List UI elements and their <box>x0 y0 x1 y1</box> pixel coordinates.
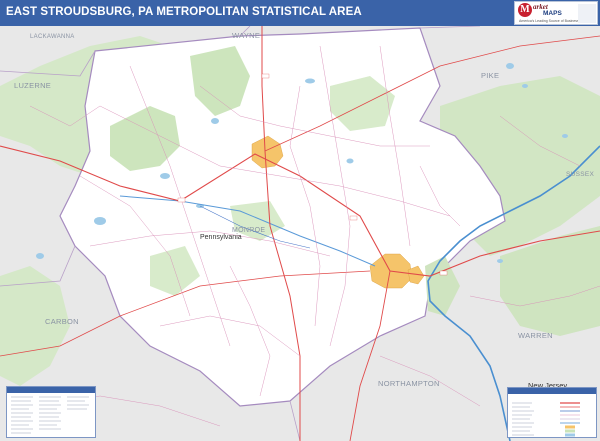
county-label-carbon: CARBON <box>45 317 79 326</box>
county-label-lackawanna: LACKAWANNA <box>30 34 75 40</box>
city-index-panel <box>6 386 96 438</box>
county-label-wayne: WAYNE <box>232 31 260 40</box>
county-label-luzerne: LUZERNE <box>14 81 51 90</box>
city-index-list <box>11 396 89 434</box>
highway-shield <box>349 215 358 221</box>
lake <box>497 259 503 263</box>
logo-mark: M <box>518 3 532 17</box>
map-canvas[interactable]: WAYNE LUZERNE LACKAWANNA PIKE SUSSEX MON… <box>0 26 600 441</box>
county-label-warren: WARREN <box>518 331 553 340</box>
lake <box>346 158 354 164</box>
lake <box>506 63 514 69</box>
county-label-pike: PIKE <box>481 71 499 80</box>
lake <box>160 173 170 179</box>
lake <box>94 217 106 225</box>
city-index-header <box>7 387 95 393</box>
map-legend-header <box>508 388 596 394</box>
lake <box>211 118 219 124</box>
lake <box>562 134 568 138</box>
title-bar: EAST STROUDSBURG, PA METROPOLITAN STATIS… <box>0 0 600 26</box>
logo-text-line2: MAPS <box>543 10 562 17</box>
logo-side-panel <box>578 4 596 23</box>
map-page: EAST STROUDSBURG, PA METROPOLITAN STATIS… <box>0 0 600 441</box>
county-label-monroe: MONROE <box>232 227 265 234</box>
map-legend-panel <box>507 387 597 438</box>
market-maps-logo: M arket MAPS America's Leading Source of… <box>514 1 598 25</box>
lake <box>36 253 44 259</box>
highway-shield <box>261 73 270 79</box>
lake <box>522 84 528 88</box>
highway-shield <box>177 197 186 203</box>
county-label-sussex: SUSSEX <box>566 171 595 178</box>
highway-shield <box>439 270 448 276</box>
state-label-pennsylvania: Pennsylvania <box>200 234 242 241</box>
map-legend-rows <box>512 402 580 437</box>
county-label-northampton: NORTHAMPTON <box>378 379 440 388</box>
lake <box>305 78 315 84</box>
map-title: EAST STROUDSBURG, PA METROPOLITAN STATIS… <box>6 6 362 18</box>
